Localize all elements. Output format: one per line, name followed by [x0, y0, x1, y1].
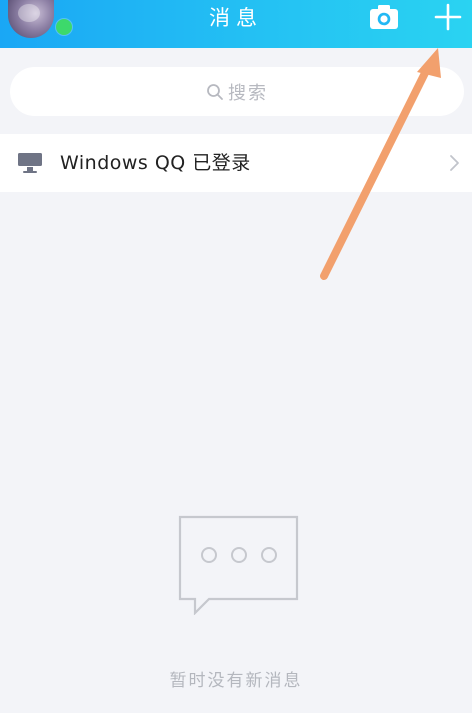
chat-bubble-icon	[178, 515, 299, 615]
plus-icon[interactable]	[434, 3, 462, 31]
search-placeholder: 搜索	[228, 82, 268, 104]
page-title: 消息	[209, 6, 263, 30]
windows-qq-login-row[interactable]: Windows QQ 已登录	[0, 134, 472, 192]
search-icon	[207, 83, 223, 100]
search-content: 搜索	[10, 67, 464, 116]
header-bar: 消息	[0, 0, 472, 48]
empty-state-text: 暂时没有新消息	[169, 671, 303, 691]
windows-qq-login-label: Windows QQ 已登录	[60, 152, 251, 174]
search-bar[interactable]: 搜索	[10, 67, 464, 116]
chevron-right-icon	[450, 155, 459, 171]
camera-icon[interactable]	[369, 4, 399, 30]
monitor-icon	[18, 153, 42, 173]
